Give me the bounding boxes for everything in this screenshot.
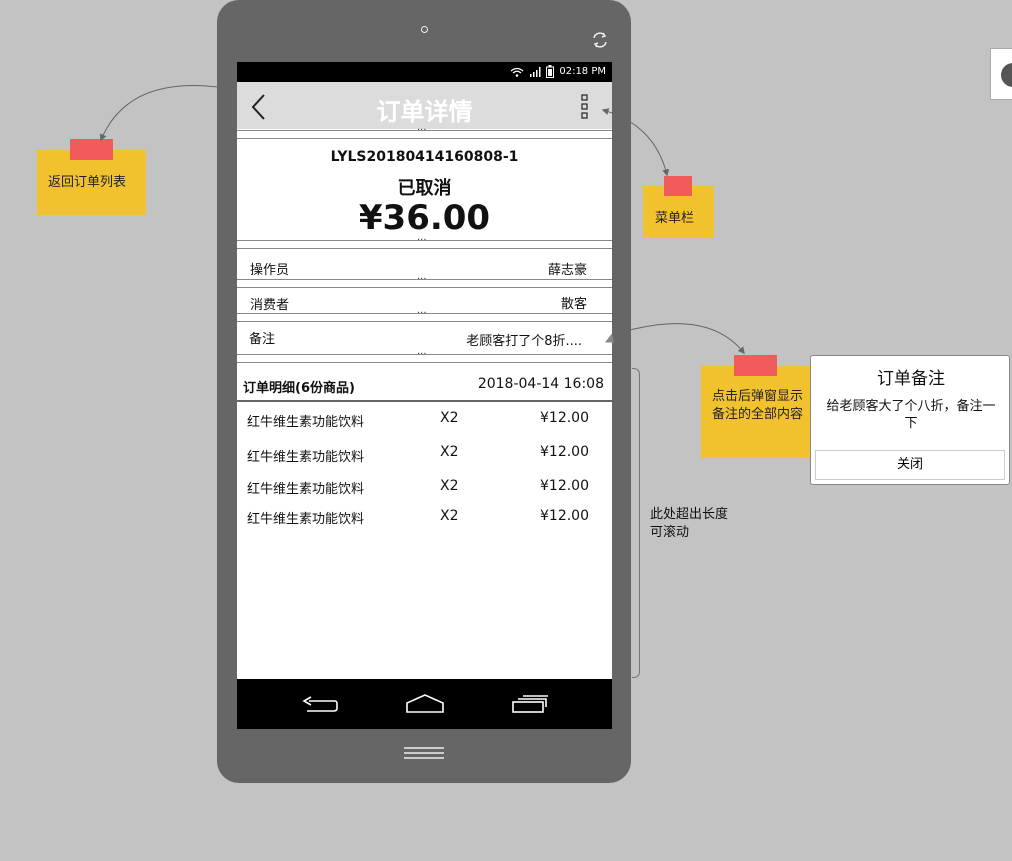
remark-label: 备注 xyxy=(249,332,276,347)
item-qty: X2 xyxy=(440,508,459,524)
note-text: 返回订单列表 xyxy=(48,175,127,190)
note-text: 点击后弹窗显示备注的全部内容 xyxy=(712,389,804,422)
nav-home-icon[interactable] xyxy=(405,691,445,715)
item-name: 红牛维生素功能饮料 xyxy=(247,450,365,465)
more-menu-icon[interactable] xyxy=(580,94,590,120)
edge-widget[interactable] xyxy=(990,48,1012,100)
item-price: ¥12.00 xyxy=(540,508,589,524)
status-time: 02:18 PM xyxy=(559,66,606,77)
note-flag xyxy=(664,176,692,196)
app-screen: 02:18 PM 订单详情 LYLS20180414160808-1 已取消 ¥… xyxy=(237,62,612,729)
item-qty: X2 xyxy=(440,478,459,494)
scroll-annotation: 此处超出长度可滚动 xyxy=(650,507,729,540)
menu-annotation-note: 菜单栏 xyxy=(643,176,714,238)
divider xyxy=(237,125,612,139)
order-status: 已取消 xyxy=(397,178,452,199)
battery-icon xyxy=(546,65,555,78)
divider xyxy=(237,274,612,288)
consumer-value: 散客 xyxy=(560,297,587,312)
note-text: 菜单栏 xyxy=(655,211,695,226)
divider xyxy=(237,235,612,249)
item-name: 红牛维生素功能饮料 xyxy=(247,415,365,430)
rotate-icon[interactable] xyxy=(590,30,610,50)
remark-annotation-note: 点击后弹窗显示备注的全部内容 xyxy=(701,355,810,458)
item-qty: X2 xyxy=(440,410,459,426)
item-price: ¥12.00 xyxy=(540,478,589,494)
detail-title: 订单明细(6份商品) xyxy=(243,381,355,396)
detail-divider xyxy=(237,400,612,402)
note-flag xyxy=(734,355,777,376)
scroll-bracket xyxy=(632,368,640,678)
nav-recent-apps-icon[interactable] xyxy=(510,691,550,715)
dialog-title: 订单备注 xyxy=(877,369,945,389)
item-price: ¥12.00 xyxy=(540,444,589,460)
operator-label: 操作员 xyxy=(250,263,290,278)
nav-back-icon[interactable] xyxy=(301,691,339,715)
order-amount: ¥36.00 xyxy=(358,198,491,238)
item-price: ¥12.00 xyxy=(540,410,589,426)
status-bar: 02:18 PM xyxy=(237,62,612,82)
wifi-icon xyxy=(510,67,524,77)
item-name: 红牛维生素功能饮料 xyxy=(247,482,365,497)
divider xyxy=(237,308,612,322)
close-button[interactable]: 关闭 xyxy=(815,450,1005,480)
item-name: 红牛维生素功能饮料 xyxy=(247,512,365,527)
note-flag xyxy=(70,139,113,160)
operator-value: 薛志豪 xyxy=(547,263,587,278)
remark-dialog: 订单备注 给老顾客大了个八折，备注一下 关闭 xyxy=(810,355,1010,485)
order-number: LYLS20180414160808-1 xyxy=(330,149,519,165)
divider xyxy=(237,349,612,363)
menu-lines-icon xyxy=(404,747,444,759)
detail-time: 2018-04-14 16:08 xyxy=(477,376,604,392)
page-title: 订单详情 xyxy=(376,98,473,126)
back-annotation-note: 返回订单列表 xyxy=(37,139,146,215)
item-qty: X2 xyxy=(440,444,459,460)
remark-value: 老顾客打了个8折.... xyxy=(466,334,582,349)
signal-icon xyxy=(530,66,541,77)
circle-icon xyxy=(1001,63,1012,87)
android-nav-bar xyxy=(237,679,612,729)
consumer-label: 消费者 xyxy=(250,298,290,313)
camera-icon xyxy=(421,26,428,33)
dialog-body: 给老顾客大了个八折，备注一下 xyxy=(826,399,996,431)
top-bar: 订单详情 xyxy=(237,82,612,129)
